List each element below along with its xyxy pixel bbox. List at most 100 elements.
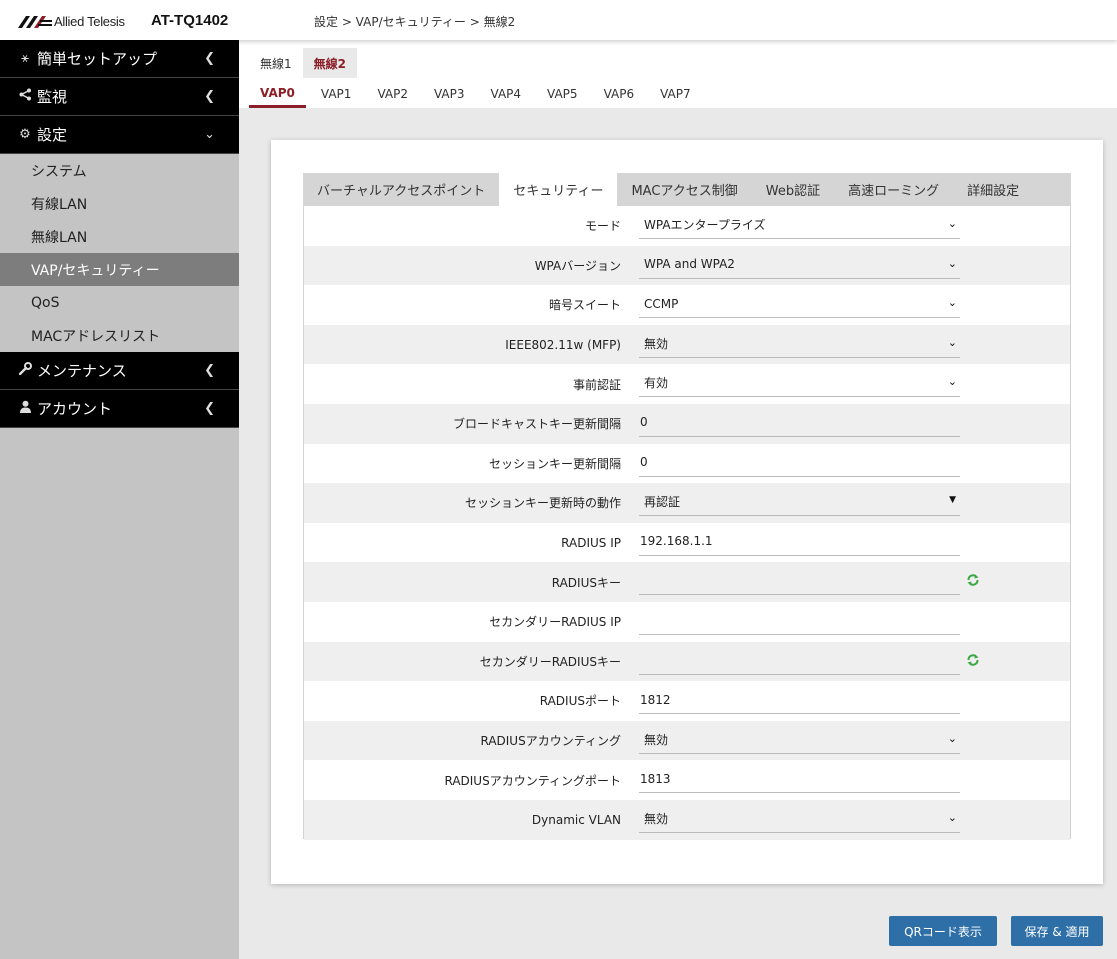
tab-fast-roaming[interactable]: 高速ローミング (834, 173, 953, 206)
chevron-left-icon: ❮ (204, 363, 215, 378)
session-key-interval-label: セッションキー更新間隔 (488, 456, 621, 471)
radius-accounting-port-label: RADIUSアカウンティングポート (444, 773, 621, 788)
form-row-mode: モード WPAエンタープライズ ⌄ (304, 206, 1070, 246)
session-key-action-select[interactable]: 再認証 ▼ (639, 488, 960, 517)
share-icon (16, 88, 34, 105)
dynamic-vlan-label: Dynamic VLAN (531, 812, 621, 827)
broadcast-key-interval-label: ブロードキャストキー更新間隔 (452, 417, 621, 432)
wand-icon: ⚹ (21, 51, 29, 66)
tab-web-auth[interactable]: Web認証 (752, 173, 834, 206)
sidebar-item-system[interactable]: システム (0, 154, 239, 187)
mode-select[interactable]: WPAエンタープライズ ⌄ (639, 211, 960, 239)
chevron-down-icon: ⌄ (947, 731, 957, 745)
nav-easy-setup[interactable]: ⚹ 簡単セットアップ ❮ (0, 40, 239, 78)
sidebar-item-vap-security[interactable]: VAP/セキュリティー (0, 253, 239, 286)
user-icon (16, 400, 34, 417)
radius-ip-input[interactable]: 192.168.1.1 (639, 528, 960, 556)
allied-telesis-logo-icon (18, 16, 52, 28)
form-row-mfp: IEEE802.11w (MFP) 無効 ⌄ (304, 324, 1070, 365)
form-row-dynamic-vlan: Dynamic VLAN 無効 ⌄ (304, 799, 1070, 840)
radius-key-input[interactable] (639, 567, 960, 596)
settings-panel: バーチャルアクセスポイント セキュリティー MACアクセス制御 Web認証 高速… (271, 140, 1103, 884)
session-key-action-value: 再認証 (644, 495, 681, 510)
sidebar-item-label: システム (31, 163, 87, 180)
save-apply-button[interactable]: 保存 & 適用 (1011, 916, 1103, 946)
tab-vap3[interactable]: VAP3 (423, 80, 476, 108)
broadcast-key-interval-input[interactable]: 0 (639, 409, 960, 437)
sidebar-item-wireless-lan[interactable]: 無線LAN (0, 220, 239, 253)
radius-accounting-port-input[interactable]: 1813 (639, 765, 960, 794)
dynamic-vlan-select[interactable]: 無効 ⌄ (639, 805, 960, 833)
radius-accounting-select[interactable]: 無効 ⌄ (639, 726, 960, 754)
chevron-down-icon: ⌄ (947, 335, 957, 349)
tab-mac-access-control[interactable]: MACアクセス制御 (617, 173, 751, 206)
mfp-value: 無効 (644, 336, 669, 351)
nav-account[interactable]: アカウント ❮ (0, 390, 239, 428)
tab-virtual-access-point[interactable]: バーチャルアクセスポイント (303, 173, 499, 206)
sidebar-item-qos[interactable]: QoS (0, 286, 239, 319)
refresh-icon[interactable] (966, 653, 980, 667)
form-row-radius-key: RADIUSキー (304, 562, 1070, 602)
tab-vap0[interactable]: VAP0 (249, 80, 306, 108)
chevron-down-icon: ⌄ (947, 375, 957, 389)
secondary-radius-key-input[interactable] (639, 647, 960, 675)
tab-security[interactable]: セキュリティー (499, 173, 618, 206)
vap-tabs: VAP0 VAP1 VAP2 VAP3 VAP4 VAP5 VAP6 VAP7 (249, 80, 706, 108)
chevron-down-icon: ⌄ (204, 127, 215, 142)
radius-ip-label: RADIUS IP (561, 535, 621, 550)
tab-advanced[interactable]: 詳細設定 (953, 173, 1033, 206)
mfp-label: IEEE802.11w (MFP) (505, 337, 621, 352)
radius-port-input[interactable]: 1812 (639, 686, 960, 715)
tab-vap7[interactable]: VAP7 (649, 80, 702, 108)
show-qr-code-button[interactable]: QRコード表示 (889, 916, 997, 946)
wrench-icon (16, 362, 34, 379)
nav-maintenance-label: メンテナンス (37, 362, 127, 380)
nav-easy-setup-label: 簡単セットアップ (37, 50, 158, 68)
device-model: AT-TQ1402 (151, 12, 229, 29)
radio-tabs: 無線1 無線2 (249, 48, 357, 78)
tab-radio-1[interactable]: 無線1 (249, 48, 303, 78)
sidebar-item-mac-address-list[interactable]: MACアドレスリスト (0, 319, 239, 352)
preauth-label: 事前認証 (572, 377, 621, 392)
preauth-select[interactable]: 有効 ⌄ (639, 369, 960, 398)
nav-monitor[interactable]: 監視 ❮ (0, 78, 239, 116)
form-row-wpa-version: WPAバージョン WPA and WPA2 ⌄ (304, 245, 1070, 286)
gear-icon: ⚙ (19, 127, 31, 142)
nav-account-label: アカウント (37, 400, 113, 418)
form-row-session-key-interval: セッションキー更新間隔 0 (304, 444, 1070, 484)
tab-vap5[interactable]: VAP5 (536, 80, 589, 108)
form-row-secondary-radius-key: セカンダリーRADIUSキー (304, 641, 1070, 682)
sidebar-item-label: 有線LAN (31, 196, 88, 213)
chevron-left-icon: ❮ (204, 89, 215, 104)
cipher-suite-select[interactable]: CCMP ⌄ (639, 290, 960, 319)
nav-monitor-label: 監視 (37, 88, 68, 106)
session-key-interval-input[interactable]: 0 (639, 449, 960, 477)
brand-logo[interactable]: Allied Telesis (18, 12, 125, 30)
form-row-radius-ip: RADIUS IP 192.168.1.1 (304, 523, 1070, 563)
inner-tabs: バーチャルアクセスポイント セキュリティー MACアクセス制御 Web認証 高速… (303, 173, 1071, 206)
tab-vap6[interactable]: VAP6 (593, 80, 646, 108)
cipher-suite-label: 暗号スイート (548, 298, 621, 313)
secondary-radius-key-label: セカンダリーRADIUSキー (479, 654, 621, 669)
form-row-preauth: 事前認証 有効 ⌄ (304, 364, 1070, 404)
tab-vap4[interactable]: VAP4 (480, 80, 533, 108)
refresh-icon[interactable] (966, 573, 980, 587)
preauth-value: 有効 (644, 376, 669, 391)
mode-value: WPAエンタープライズ (644, 218, 766, 232)
wpa-version-select[interactable]: WPA and WPA2 ⌄ (639, 251, 960, 279)
tabs-area: 無線1 無線2 VAP0 VAP1 VAP2 VAP3 VAP4 VAP5 VA… (239, 40, 1117, 108)
sidebar-item-wired-lan[interactable]: 有線LAN (0, 187, 239, 220)
nav-maintenance[interactable]: メンテナンス ❮ (0, 352, 239, 390)
radius-key-label: RADIUSキー (551, 575, 621, 590)
wpa-version-value: WPA and WPA2 (644, 257, 735, 272)
radius-accounting-value: 無効 (644, 732, 669, 747)
sidebar: ⚹ 簡単セットアップ ❮ 監視 ❮ ⚙ 設定 ⌄ システム 有線LAN 無線LA… (0, 40, 239, 959)
mfp-select[interactable]: 無効 ⌄ (639, 330, 960, 358)
nav-settings[interactable]: ⚙ 設定 ⌄ (0, 116, 239, 154)
secondary-radius-ip-input[interactable] (639, 607, 960, 635)
security-form: モード WPAエンタープライズ ⌄ WPAバージョン WPA and WPA2 ⌄ … (303, 206, 1071, 840)
tab-radio-2[interactable]: 無線2 (302, 48, 357, 78)
tab-vap1[interactable]: VAP1 (310, 80, 363, 108)
chevron-left-icon: ❮ (204, 401, 215, 416)
tab-vap2[interactable]: VAP2 (366, 80, 419, 108)
